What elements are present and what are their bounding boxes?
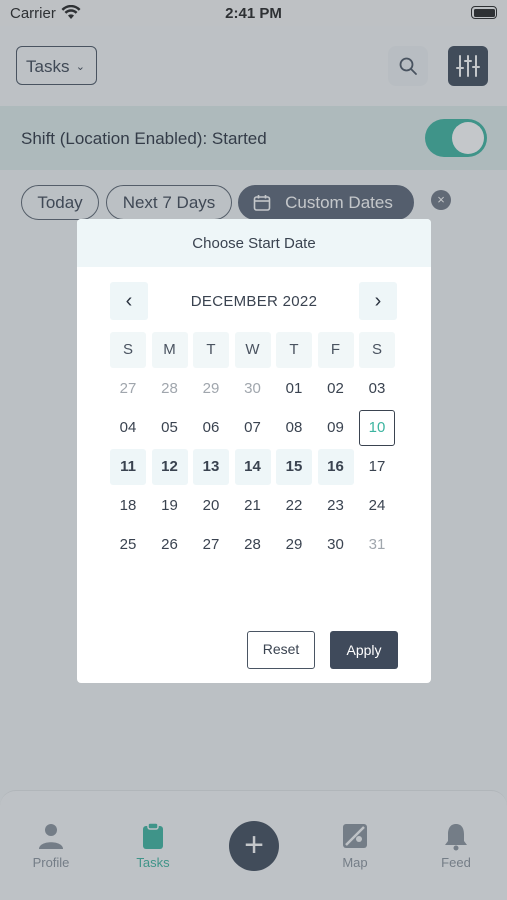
day-cell[interactable]: 01 bbox=[276, 371, 312, 407]
day-cell[interactable]: 19 bbox=[152, 488, 188, 524]
day-cell[interactable]: 17 bbox=[359, 449, 395, 485]
weekday-header: S bbox=[110, 332, 146, 368]
day-cell[interactable]: 28 bbox=[152, 371, 188, 407]
day-cell[interactable]: 20 bbox=[193, 488, 229, 524]
day-cell[interactable]: 18 bbox=[110, 488, 146, 524]
day-cell[interactable]: 11 bbox=[110, 449, 146, 485]
next-month-button[interactable]: › bbox=[359, 282, 397, 320]
day-cell[interactable]: 31 bbox=[359, 527, 395, 563]
day-cell[interactable]: 26 bbox=[152, 527, 188, 563]
weekday-header: W bbox=[234, 332, 271, 368]
date-picker-dialog: Choose Start Date ‹ DECEMBER 2022 › SMTW… bbox=[77, 219, 431, 683]
reset-button[interactable]: Reset bbox=[247, 631, 315, 669]
day-cell[interactable]: 24 bbox=[359, 488, 395, 524]
dialog-title: Choose Start Date bbox=[77, 219, 431, 267]
app-screen: Carrier 2:41 PM Tasks ⌄ Shift (Location … bbox=[0, 0, 507, 900]
day-cell[interactable]: 30 bbox=[318, 527, 354, 563]
day-cell[interactable]: 13 bbox=[193, 449, 229, 485]
day-cell[interactable]: 29 bbox=[276, 527, 312, 563]
weekday-header: T bbox=[193, 332, 229, 368]
day-cell[interactable]: 25 bbox=[110, 527, 146, 563]
day-cell[interactable]: 04 bbox=[110, 410, 146, 446]
weekday-header: S bbox=[359, 332, 395, 368]
chevron-right-icon: › bbox=[374, 290, 382, 312]
day-cell[interactable]: 07 bbox=[235, 410, 271, 446]
day-cell[interactable]: 09 bbox=[318, 410, 354, 446]
day-cell[interactable]: 23 bbox=[318, 488, 354, 524]
day-cell[interactable]: 27 bbox=[110, 371, 146, 407]
day-cell[interactable]: 12 bbox=[151, 449, 188, 485]
day-cell[interactable]: 08 bbox=[276, 410, 312, 446]
weekday-header: M bbox=[151, 332, 188, 368]
weekday-header: T bbox=[276, 332, 312, 368]
day-cell[interactable]: 27 bbox=[193, 527, 229, 563]
weekday-header: F bbox=[317, 332, 354, 368]
day-cell[interactable]: 14 bbox=[234, 449, 271, 485]
apply-button[interactable]: Apply bbox=[330, 631, 398, 669]
selected-day-cell[interactable]: 10 bbox=[359, 410, 395, 446]
day-cell[interactable]: 16 bbox=[317, 449, 354, 485]
day-cell[interactable]: 15 bbox=[276, 449, 312, 485]
day-cell[interactable]: 03 bbox=[359, 371, 395, 407]
day-cell[interactable]: 30 bbox=[235, 371, 271, 407]
day-cell[interactable]: 28 bbox=[235, 527, 271, 563]
day-cell[interactable]: 22 bbox=[276, 488, 312, 524]
day-cell[interactable]: 06 bbox=[193, 410, 229, 446]
day-cell[interactable]: 02 bbox=[318, 371, 354, 407]
day-cell[interactable]: 21 bbox=[235, 488, 271, 524]
day-cell[interactable]: 29 bbox=[193, 371, 229, 407]
day-cell[interactable]: 05 bbox=[152, 410, 188, 446]
